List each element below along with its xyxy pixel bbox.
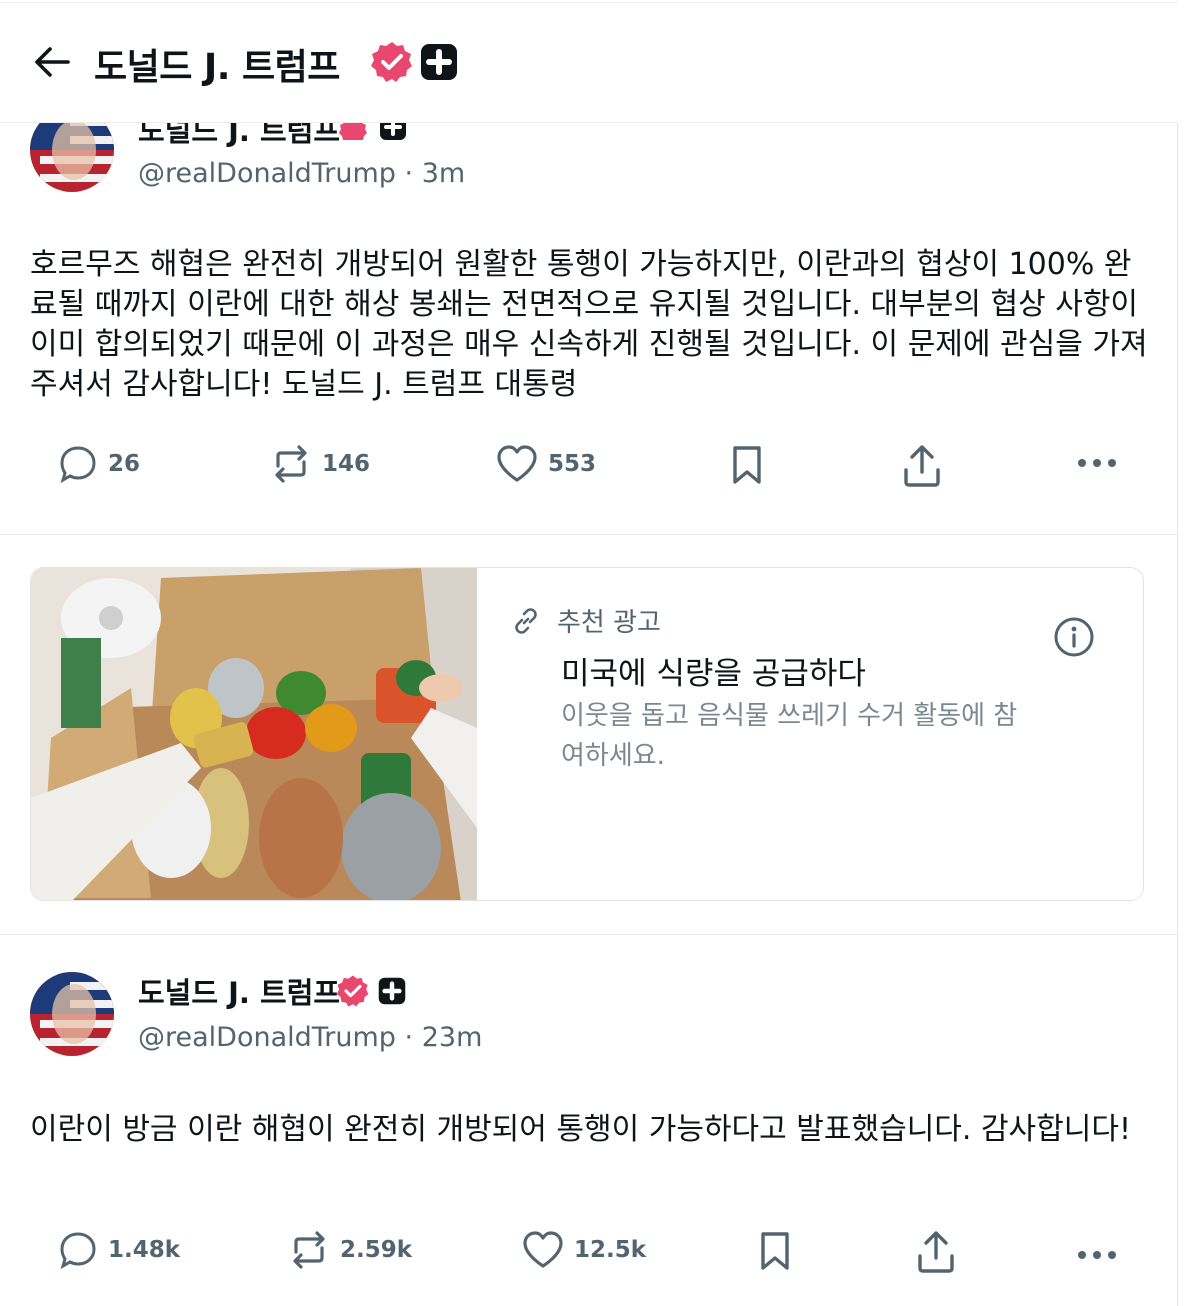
header-divider [0,2,1178,3]
post-meta: @realDonaldTrump · 23m [138,1022,482,1053]
more-button[interactable] [1076,1250,1118,1260]
like-count: 553 [548,451,597,477]
meta-separator: · [404,1022,422,1053]
share-icon [904,445,940,487]
post-actions: 26 146 553 [0,444,1178,494]
arrow-left-icon [35,47,70,77]
reply-count: 1.48k [108,1237,181,1263]
plus-badge-icon [380,122,406,140]
plus-badge-icon [421,44,457,80]
page-title: 도널드 J. 트럼프 [94,47,340,88]
ad-label-row: 추천 광고 [511,602,661,639]
verified-badge-icon [336,975,369,1007]
heart-icon [497,445,537,482]
reply-button[interactable]: 1.48k [58,1230,180,1270]
post-divider [0,534,1178,535]
post-time[interactable]: 3m [422,158,465,189]
verified-badge-icon [371,42,412,82]
back-button[interactable] [32,44,72,80]
post-author-name[interactable]: 도널드 J. 트럼프 [138,970,340,1012]
repost-icon [275,445,307,483]
bookmark-button[interactable] [730,444,764,486]
promoted-ad-card[interactable]: 추천 광고 미국에 식량을 공급하다 이웃을 돕고 음식물 쓰레기 수거 활동에… [30,567,1144,901]
post-divider [0,934,1178,935]
reply-button[interactable]: 26 [58,444,140,484]
post-time[interactable]: 23m [422,1022,483,1053]
post-handle[interactable]: @realDonaldTrump [138,1022,396,1053]
like-count: 12.5k [574,1237,647,1263]
repost-count: 146 [322,451,371,477]
share-icon [918,1231,954,1273]
avatar[interactable] [30,972,114,1056]
bookmark-button[interactable] [758,1230,792,1272]
profile-header: 도널드 J. 트럼프 [0,0,1178,123]
repost-icon [293,1231,325,1269]
ad-description: 이웃을 돕고 음식물 쓰레기 수거 활동에 참여하세요. [561,701,1018,771]
repost-button[interactable]: 2.59k [288,1230,412,1270]
heart-icon [523,1231,563,1268]
repost-button[interactable]: 146 [270,444,370,484]
more-button[interactable] [1076,458,1118,468]
ad-image [31,568,477,900]
info-icon[interactable] [1053,616,1095,658]
share-button[interactable] [902,444,942,488]
post-actions: 1.48k 2.59k 12.5k [0,1230,1178,1280]
reply-count: 26 [108,451,141,477]
bookmark-icon [733,446,761,484]
reply-icon [60,446,96,484]
more-icon [1078,459,1116,467]
ad-title[interactable]: 미국에 식량을 공급하다 [561,648,866,693]
avatar-image [30,972,114,1056]
plus-badge-icon [378,977,406,1005]
meta-separator: · [404,158,422,189]
ad-label: 추천 광고 [557,608,661,638]
share-button[interactable] [916,1230,956,1274]
like-button[interactable]: 12.5k [522,1230,646,1270]
repost-count: 2.59k [340,1237,413,1263]
bookmark-icon [761,1232,789,1270]
post-meta: @realDonaldTrump · 3m [138,158,465,189]
reply-icon [60,1232,96,1270]
link-icon [515,607,537,634]
post-text: 이란이 방금 이란 해협이 완전히 개방되어 통행이 가능하다고 발표했습니다.… [30,1112,1131,1147]
post-text: 호르무즈 해협은 완전히 개방되어 원활한 통행이 가능하지만, 이란과의 협상… [30,247,1148,402]
like-button[interactable]: 553 [496,444,596,484]
more-icon [1078,1251,1116,1259]
post-handle[interactable]: @realDonaldTrump [138,158,396,189]
